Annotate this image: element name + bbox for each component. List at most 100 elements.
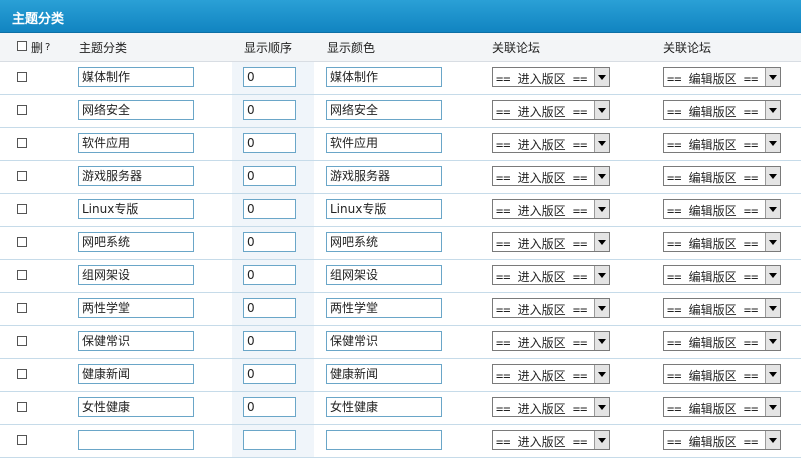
dropdown-arrow-icon[interactable]: [765, 398, 780, 416]
edit-forum-select[interactable]: == 编辑版区 ==: [663, 397, 781, 417]
delete-checkbox[interactable]: [17, 336, 27, 346]
dropdown-arrow-icon[interactable]: [594, 398, 609, 416]
enter-forum-select[interactable]: == 进入版区 ==: [492, 199, 610, 219]
edit-forum-select[interactable]: == 编辑版区 ==: [663, 265, 781, 285]
enter-forum-select[interactable]: == 进入版区 ==: [492, 265, 610, 285]
enter-forum-select[interactable]: == 进入版区 ==: [492, 100, 610, 120]
delete-checkbox[interactable]: [17, 237, 27, 247]
help-icon[interactable]: ?: [45, 42, 50, 53]
category-name-input[interactable]: 网吧系统: [78, 232, 194, 252]
table-row: 保健常识 0 保健常识 == 进入版区 == == 编辑版区 ==: [0, 326, 801, 359]
category-name-input[interactable]: 健康新闻: [78, 364, 194, 384]
dropdown-arrow-icon[interactable]: [594, 431, 609, 449]
display-color-input[interactable]: 网络安全: [326, 100, 442, 120]
display-color-input[interactable]: 保健常识: [326, 331, 442, 351]
dropdown-arrow-icon[interactable]: [594, 134, 609, 152]
dropdown-arrow-icon[interactable]: [594, 299, 609, 317]
display-color-input[interactable]: [326, 430, 442, 450]
dropdown-arrow-icon[interactable]: [594, 101, 609, 119]
display-color-input[interactable]: 媒体制作: [326, 67, 442, 87]
edit-forum-select[interactable]: == 编辑版区 ==: [663, 67, 781, 87]
dropdown-arrow-icon[interactable]: [765, 167, 780, 185]
enter-forum-select[interactable]: == 进入版区 ==: [492, 397, 610, 417]
enter-forum-select[interactable]: == 进入版区 ==: [492, 133, 610, 153]
category-name-input[interactable]: 游戏服务器: [78, 166, 194, 186]
category-name-input[interactable]: 网络安全: [78, 100, 194, 120]
display-order-input[interactable]: 0: [243, 397, 296, 417]
dropdown-arrow-icon[interactable]: [594, 167, 609, 185]
category-name-input[interactable]: 两性学堂: [78, 298, 194, 318]
dropdown-arrow-icon[interactable]: [594, 233, 609, 251]
dropdown-arrow-icon[interactable]: [765, 134, 780, 152]
edit-forum-select[interactable]: == 编辑版区 ==: [663, 364, 781, 384]
category-name-input[interactable]: [78, 430, 194, 450]
display-order-input[interactable]: 0: [243, 67, 296, 87]
table-row: 网吧系统 0 网吧系统 == 进入版区 == == 编辑版区 ==: [0, 227, 801, 260]
display-order-input[interactable]: 0: [243, 232, 296, 252]
dropdown-arrow-icon[interactable]: [765, 365, 780, 383]
edit-forum-select[interactable]: == 编辑版区 ==: [663, 166, 781, 186]
display-order-input[interactable]: 0: [243, 133, 296, 153]
enter-forum-select[interactable]: == 进入版区 ==: [492, 166, 610, 186]
dropdown-arrow-icon[interactable]: [765, 431, 780, 449]
edit-forum-select[interactable]: == 编辑版区 ==: [663, 298, 781, 318]
edit-forum-select[interactable]: == 编辑版区 ==: [663, 331, 781, 351]
enter-forum-select[interactable]: == 进入版区 ==: [492, 232, 610, 252]
display-order-input[interactable]: [243, 430, 296, 450]
delete-checkbox[interactable]: [17, 171, 27, 181]
display-color-input[interactable]: 女性健康: [326, 397, 442, 417]
display-color-input[interactable]: 两性学堂: [326, 298, 442, 318]
delete-checkbox[interactable]: [17, 138, 27, 148]
edit-forum-select[interactable]: == 编辑版区 ==: [663, 100, 781, 120]
category-name-input[interactable]: 媒体制作: [78, 67, 194, 87]
category-name-input[interactable]: Linux专版: [78, 199, 194, 219]
delete-checkbox[interactable]: [17, 270, 27, 280]
dropdown-arrow-icon[interactable]: [594, 68, 609, 86]
delete-checkbox[interactable]: [17, 435, 27, 445]
dropdown-arrow-icon[interactable]: [594, 365, 609, 383]
enter-forum-select[interactable]: == 进入版区 ==: [492, 430, 610, 450]
category-name-input[interactable]: 组网架设: [78, 265, 194, 285]
category-name-input[interactable]: 保健常识: [78, 331, 194, 351]
edit-forum-select[interactable]: == 编辑版区 ==: [663, 430, 781, 450]
display-order-input[interactable]: 0: [243, 298, 296, 318]
enter-forum-select[interactable]: == 进入版区 ==: [492, 67, 610, 87]
enter-forum-select[interactable]: == 进入版区 ==: [492, 298, 610, 318]
dropdown-arrow-icon[interactable]: [765, 332, 780, 350]
display-order-input[interactable]: 0: [243, 364, 296, 384]
display-order-input[interactable]: 0: [243, 199, 296, 219]
edit-forum-select[interactable]: == 编辑版区 ==: [663, 133, 781, 153]
dropdown-arrow-icon[interactable]: [765, 299, 780, 317]
enter-forum-select[interactable]: == 进入版区 ==: [492, 364, 610, 384]
delete-checkbox[interactable]: [17, 105, 27, 115]
dropdown-arrow-icon[interactable]: [765, 266, 780, 284]
select-all-checkbox[interactable]: [17, 41, 27, 51]
dropdown-arrow-icon[interactable]: [765, 68, 780, 86]
category-name-input[interactable]: 女性健康: [78, 397, 194, 417]
delete-checkbox[interactable]: [17, 303, 27, 313]
display-order-input[interactable]: 0: [243, 100, 296, 120]
display-color-input[interactable]: Linux专版: [326, 199, 442, 219]
delete-checkbox[interactable]: [17, 204, 27, 214]
display-order-input[interactable]: 0: [243, 331, 296, 351]
enter-forum-select[interactable]: == 进入版区 ==: [492, 331, 610, 351]
dropdown-arrow-icon[interactable]: [594, 266, 609, 284]
delete-checkbox[interactable]: [17, 402, 27, 412]
delete-checkbox[interactable]: [17, 369, 27, 379]
dropdown-arrow-icon[interactable]: [594, 332, 609, 350]
dropdown-arrow-icon[interactable]: [765, 101, 780, 119]
display-color-input[interactable]: 组网架设: [326, 265, 442, 285]
dropdown-arrow-icon[interactable]: [594, 200, 609, 218]
category-name-input[interactable]: 软件应用: [78, 133, 194, 153]
edit-forum-select[interactable]: == 编辑版区 ==: [663, 232, 781, 252]
display-order-input[interactable]: 0: [243, 166, 296, 186]
dropdown-arrow-icon[interactable]: [765, 233, 780, 251]
delete-checkbox[interactable]: [17, 72, 27, 82]
display-color-input[interactable]: 游戏服务器: [326, 166, 442, 186]
edit-forum-select[interactable]: == 编辑版区 ==: [663, 199, 781, 219]
display-color-input[interactable]: 健康新闻: [326, 364, 442, 384]
display-color-input[interactable]: 软件应用: [326, 133, 442, 153]
display-color-input[interactable]: 网吧系统: [326, 232, 442, 252]
display-order-input[interactable]: 0: [243, 265, 296, 285]
dropdown-arrow-icon[interactable]: [765, 200, 780, 218]
